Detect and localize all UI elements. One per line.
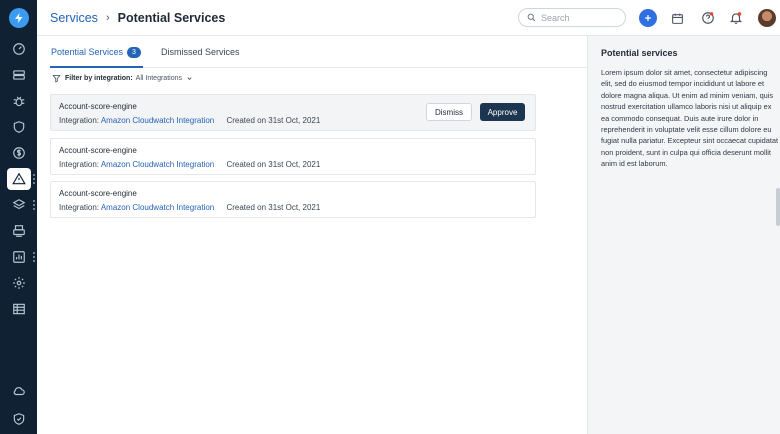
- integration-link[interactable]: Amazon Cloudwatch Integration: [101, 203, 214, 212]
- created-date: Created on 31st Oct, 2021: [226, 203, 321, 212]
- dollar-icon[interactable]: [7, 142, 31, 164]
- search-box[interactable]: [518, 8, 626, 27]
- service-name: Account-score-engine: [59, 102, 137, 111]
- avatar[interactable]: [758, 9, 776, 27]
- service-name: Account-score-engine: [59, 146, 137, 155]
- plus-icon[interactable]: [639, 9, 657, 27]
- tab-potential-services[interactable]: Potential Services 3: [50, 44, 143, 68]
- created-date: Created on 31st Oct, 2021: [226, 160, 321, 169]
- integration-label: Integration:: [59, 203, 100, 212]
- bell-icon[interactable]: [727, 9, 745, 27]
- service-meta: Integration: Amazon Cloudwatch Integrati…: [59, 203, 320, 212]
- breadcrumb-services-link[interactable]: Services: [50, 11, 98, 25]
- panel-title: Potential services: [601, 48, 678, 58]
- service-card[interactable]: Account-score-engine Integration: Amazon…: [50, 181, 536, 218]
- tab-bar: Potential Services 3 Dismissed Services: [50, 44, 587, 68]
- service-meta: Integration: Amazon Cloudwatch Integrati…: [59, 160, 320, 169]
- shield-check-icon[interactable]: [7, 408, 31, 430]
- help-icon[interactable]: [699, 9, 717, 27]
- more-dots-icon[interactable]: [33, 252, 35, 262]
- service-meta: Integration: Amazon Cloudwatch Integrati…: [59, 116, 320, 125]
- lightning-bolt-icon[interactable]: [9, 8, 29, 28]
- info-panel: Potential services Lorem ipsum dolor sit…: [587, 36, 780, 434]
- service-name: Account-score-engine: [59, 189, 137, 198]
- service-card[interactable]: Account-score-engine Integration: Amazon…: [50, 94, 536, 131]
- table-icon[interactable]: [7, 298, 31, 320]
- main-content: Potential Services 3 Dismissed Services …: [37, 36, 587, 434]
- more-dots-icon[interactable]: [33, 200, 35, 210]
- created-date: Created on 31st Oct, 2021: [226, 116, 321, 125]
- search-icon: [527, 13, 536, 22]
- chevron-right-icon: ›: [105, 12, 110, 24]
- breadcrumb: Services › Potential Services: [50, 11, 225, 25]
- chevron-down-icon: [187, 77, 192, 80]
- panel-description: Lorem ipsum dolor sit amet, consectetur …: [601, 68, 779, 169]
- layers-icon[interactable]: [7, 194, 31, 216]
- alert-triangle-icon[interactable]: [7, 168, 31, 190]
- integration-label: Integration:: [59, 160, 100, 169]
- service-card[interactable]: Account-score-engine Integration: Amazon…: [50, 138, 536, 175]
- server-icon[interactable]: [7, 64, 31, 86]
- count-badge: 3: [127, 47, 141, 58]
- printer-icon[interactable]: [7, 220, 31, 242]
- filter-value: All Integrations: [135, 75, 182, 82]
- chart-icon[interactable]: [7, 246, 31, 268]
- shield-icon[interactable]: [7, 116, 31, 138]
- integration-link[interactable]: Amazon Cloudwatch Integration: [101, 116, 214, 125]
- page-title: Potential Services: [117, 11, 226, 25]
- cloud-icon[interactable]: [7, 380, 31, 402]
- integration-link[interactable]: Amazon Cloudwatch Integration: [101, 160, 214, 169]
- filter-label: Filter by integration:: [65, 75, 133, 82]
- sidebar: [0, 0, 37, 434]
- dismiss-button[interactable]: Dismiss: [426, 103, 472, 121]
- tab-dismissed-services[interactable]: Dismissed Services: [161, 44, 240, 68]
- gauge-icon[interactable]: [7, 38, 31, 60]
- bug-icon[interactable]: [7, 90, 31, 112]
- tab-label: Potential Services: [51, 47, 124, 57]
- integration-label: Integration:: [59, 116, 100, 125]
- tab-label: Dismissed Services: [160, 47, 240, 57]
- approve-button[interactable]: Approve: [480, 103, 525, 121]
- top-header: Services › Potential Services: [37, 0, 780, 36]
- filter-icon: [52, 75, 61, 83]
- more-dots-icon[interactable]: [33, 174, 35, 184]
- search-input[interactable]: [541, 12, 611, 23]
- scrollbar-thumb[interactable]: [776, 188, 780, 226]
- calendar-icon[interactable]: [668, 9, 686, 27]
- integration-filter[interactable]: Filter by integration: All Integrations: [52, 74, 193, 83]
- gear-icon[interactable]: [7, 272, 31, 294]
